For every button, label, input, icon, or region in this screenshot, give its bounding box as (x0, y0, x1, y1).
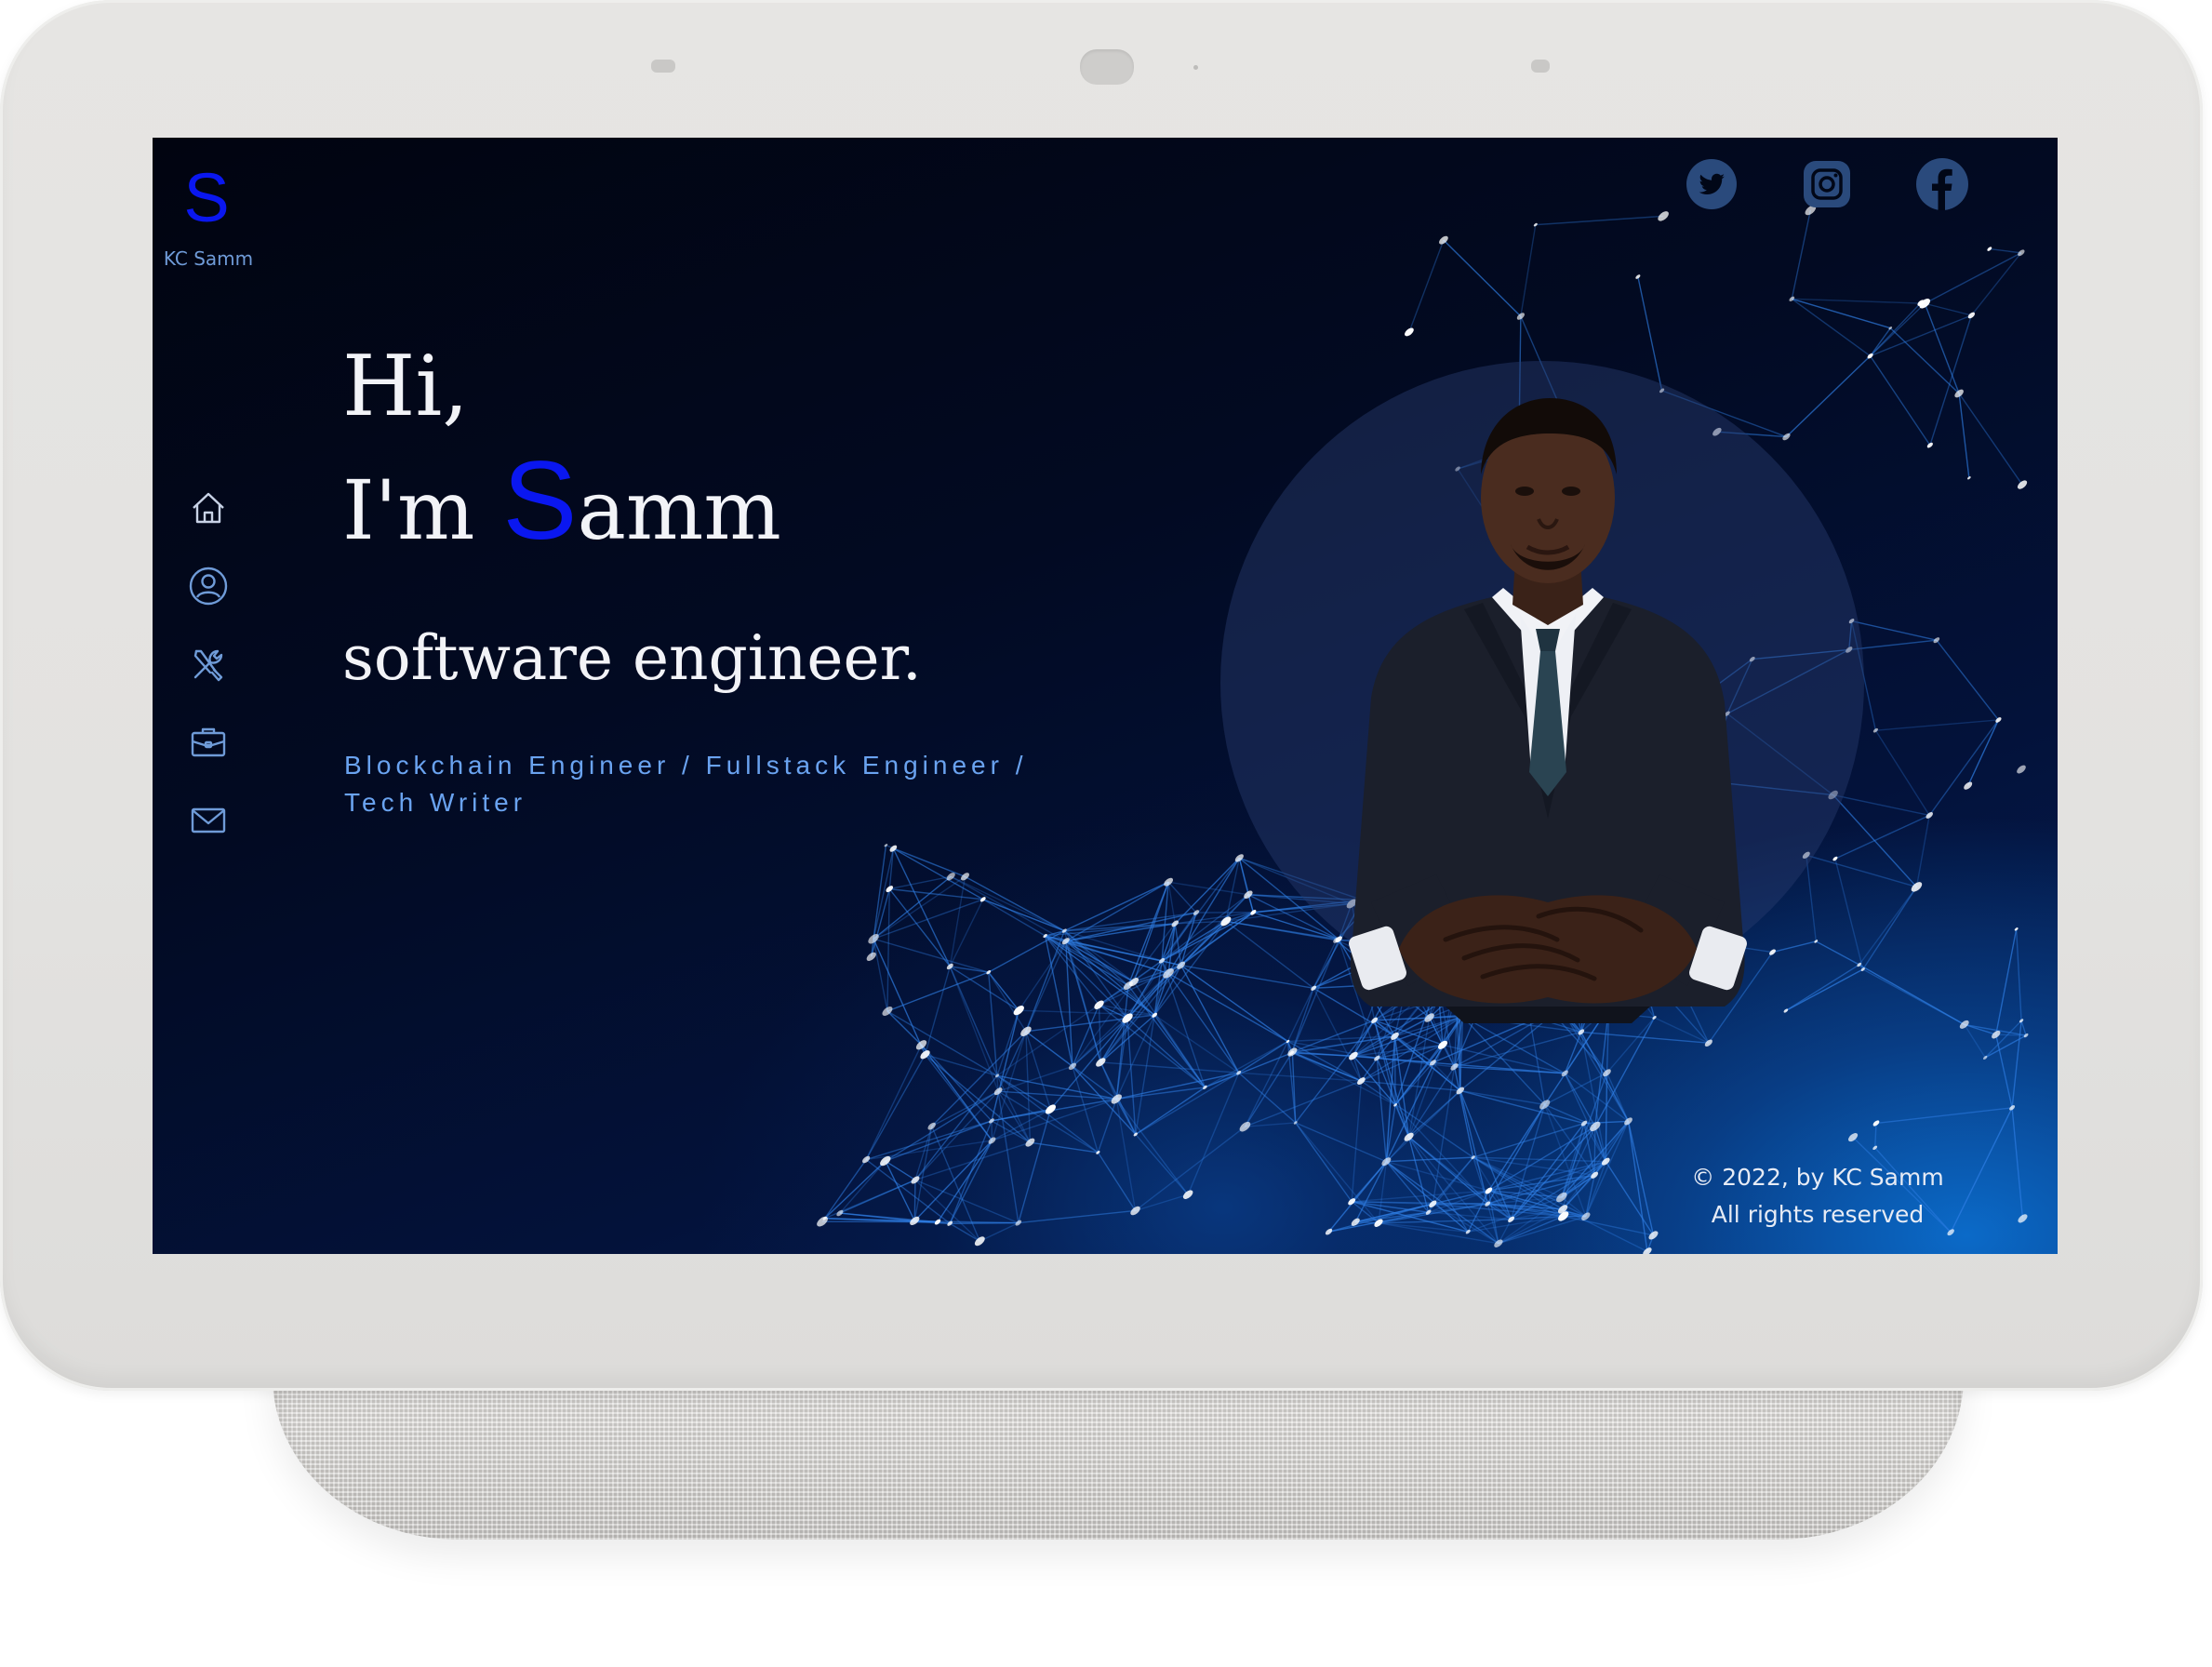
camera (1080, 49, 1134, 85)
nav-portfolio[interactable] (184, 720, 233, 768)
footer: © 2022, by KC Samm All rights reserved (1678, 1159, 1957, 1234)
hero-tagline-line-1: Blockchain Engineer / Fullstack Engineer… (344, 751, 1028, 780)
facebook-icon (1914, 158, 1970, 216)
home-icon (188, 487, 229, 532)
briefcase-icon (188, 722, 229, 767)
nav-contact[interactable] (184, 798, 233, 847)
hero-intro-prefix: I'm (342, 462, 475, 558)
twitter-link[interactable] (1684, 156, 1739, 212)
hero-intro: I'm Samm (342, 445, 781, 567)
website-screen: S KC Samm Hi, I'm Samm software engineer… (153, 138, 2058, 1254)
hero-tagline-line-2: Tech Writer (344, 788, 527, 817)
mail-icon (188, 800, 229, 845)
hero-greeting: Hi, (342, 338, 469, 435)
instagram-icon (1799, 161, 1855, 216)
hero-highlight-letter: S (502, 438, 578, 563)
light-sensor (651, 60, 675, 73)
twitter-icon (1684, 159, 1739, 216)
tools-icon (188, 644, 229, 688)
device-frame: S KC Samm Hi, I'm Samm software engineer… (0, 0, 2203, 1391)
hero-tagline: Blockchain Engineer / Fullstack Engineer… (344, 747, 1144, 821)
hero-name-rest: amm (577, 462, 781, 558)
footer-copyright: © 2022, by KC Samm (1691, 1164, 1944, 1191)
nav-about[interactable] (184, 564, 233, 612)
stage: S KC Samm Hi, I'm Samm software engineer… (0, 0, 2212, 1667)
microphone-dot (1193, 65, 1198, 70)
facebook-link[interactable] (1914, 156, 1970, 212)
nav-skills[interactable] (184, 642, 233, 690)
brand-name: KC Samm (163, 247, 254, 270)
brand-logo[interactable]: S (179, 156, 234, 240)
profile-photo (1349, 398, 1747, 1023)
user-icon (188, 566, 229, 610)
nav-home[interactable] (184, 486, 233, 534)
hero-role: software engineer. (342, 622, 922, 694)
footer-rights: All rights reserved (1711, 1201, 1925, 1228)
instagram-link[interactable] (1799, 156, 1855, 212)
proximity-sensor (1531, 60, 1550, 73)
